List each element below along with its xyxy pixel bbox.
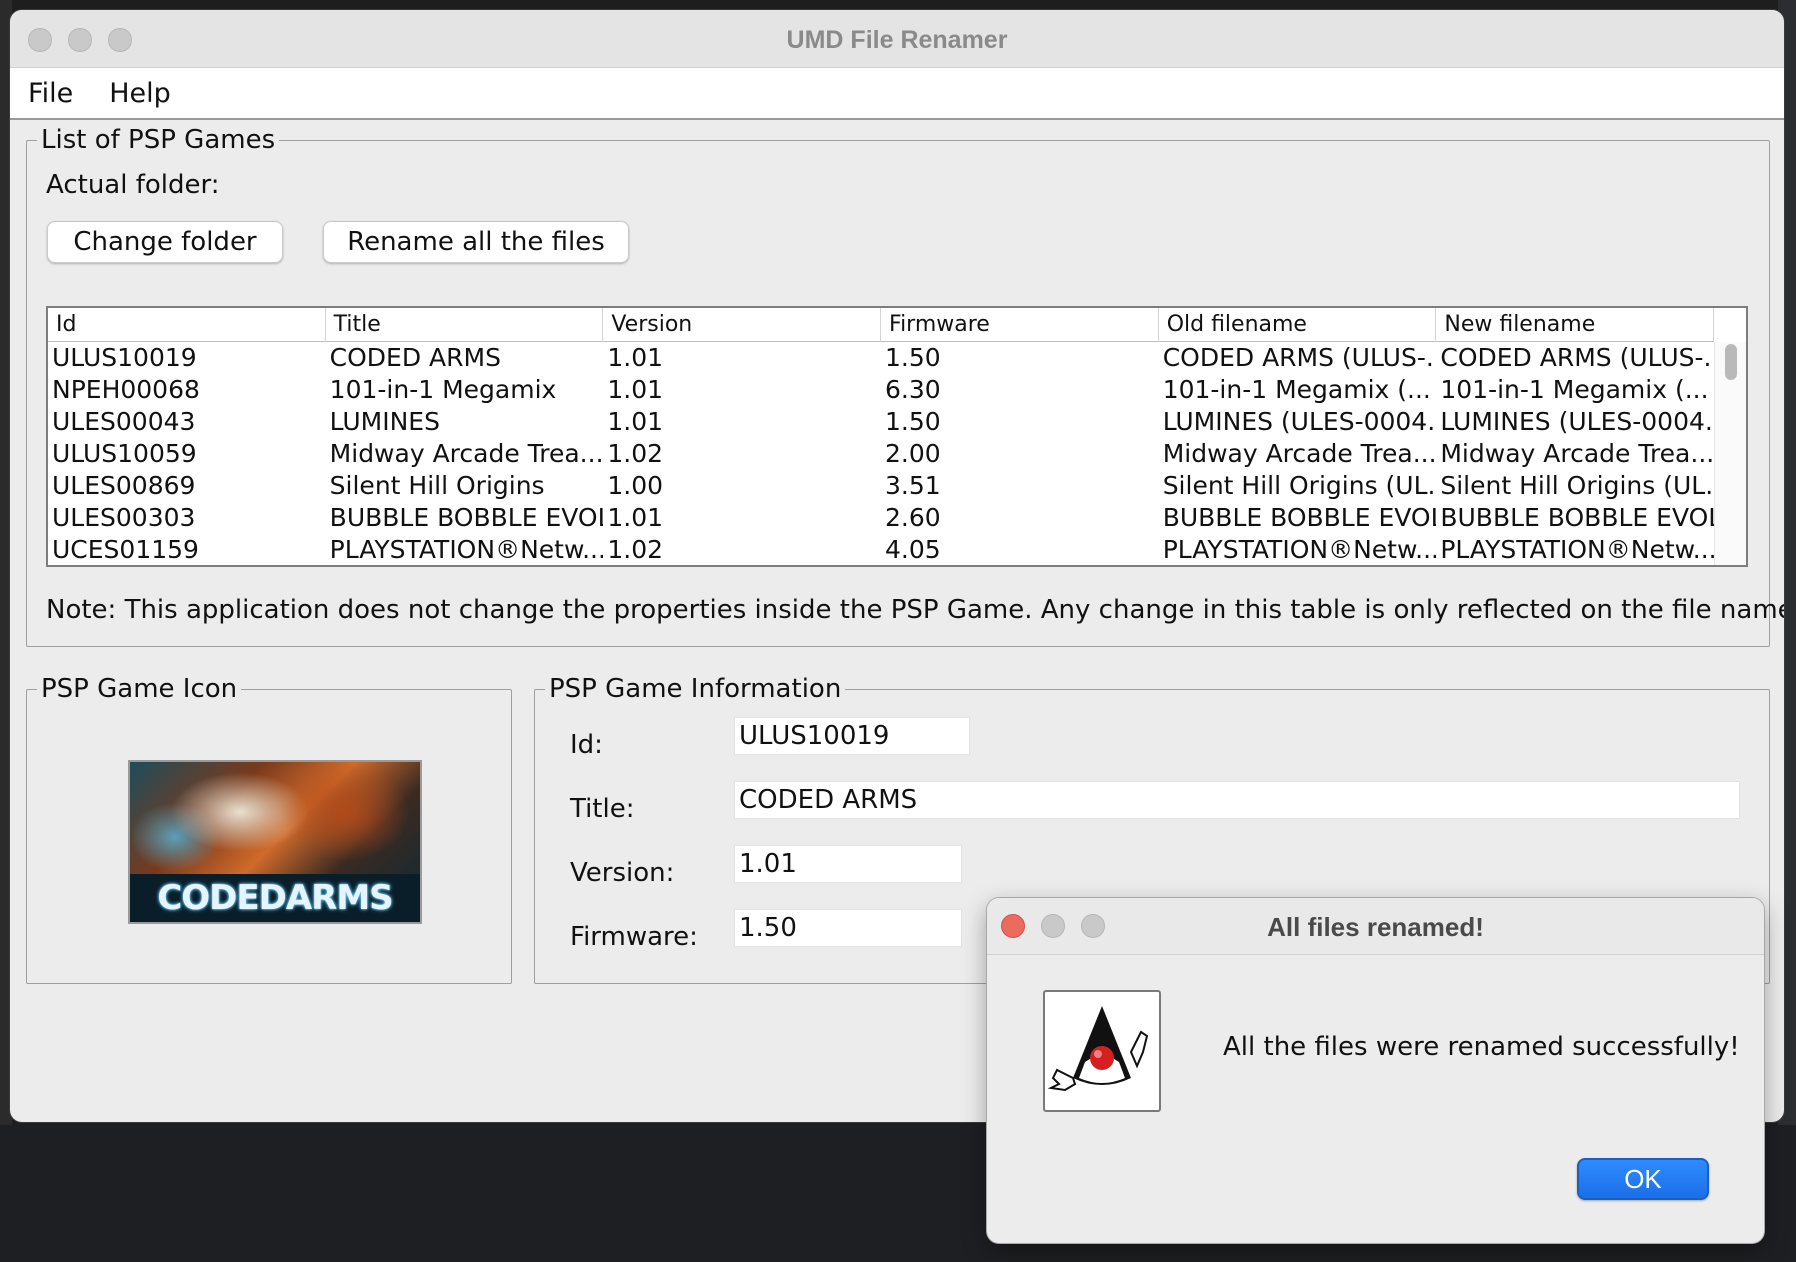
table-cell[interactable]: 1.01 [603,406,881,438]
table-cell[interactable]: ULUS10019 [48,342,326,374]
table-row[interactable]: ULUS10059 Midway Arcade Trea... 1.02 2.00 Mi… [48,438,1714,470]
table-cell[interactable]: CODED ARMS (ULUS-... [1436,342,1714,374]
table-cell[interactable]: Midway Arcade Trea... [1436,438,1714,470]
note-text: Note: This application does not change t… [46,595,1784,625]
version-field[interactable]: 1.01 [734,845,962,883]
table-cell[interactable]: Silent Hill Origins (UL... [1436,470,1714,502]
games-table[interactable]: Id Title Version Firmware Old filename N… [46,306,1748,567]
table-cell[interactable]: NPEH00068 [48,374,326,406]
rename-all-button[interactable]: Rename all the files [323,221,629,263]
table-cell[interactable]: LUMINES (ULES-0004... [1159,406,1437,438]
table-header: Id Title Version Firmware Old filename N… [48,308,1715,342]
column-header-old-filename[interactable]: Old filename [1159,308,1437,342]
table-cell[interactable]: CODED ARMS (ULUS-... [1159,342,1437,374]
table-cell[interactable]: BUBBLE BOBBLE EVOL... [326,502,604,534]
game-icon-image: CODEDARMS [128,760,422,924]
table-row[interactable]: UCES01159 PLAYSTATION®Netw... 1.02 4.05 PLAY… [48,534,1714,566]
table-row[interactable]: ULES00303BUBBLE BOBBLE EVOL...1.012.60BU… [48,502,1714,534]
table-cell[interactable]: 2.60 [881,502,1159,534]
table-cell[interactable]: ULUS10059 [48,438,326,470]
table-cell[interactable]: CODED ARMS [326,342,604,374]
table-cell[interactable]: 1.01 [603,502,881,534]
ok-button[interactable]: OK [1577,1158,1709,1200]
table-cell[interactable]: 3.51 [881,470,1159,502]
games-list-legend: List of PSP Games [41,125,276,155]
id-field[interactable]: ULUS10019 [734,717,970,755]
table-row[interactable]: ULES00043 LUMINES 1.01 1.50 LUMINES (ULES-00… [48,406,1714,438]
renamed-dialog: All files renamed! All the files were re… [987,898,1764,1243]
table-cell[interactable]: 101-in-1 Megamix (... [1436,374,1714,406]
table-cell[interactable]: 1.02 [603,534,881,566]
title-field[interactable]: CODED ARMS [734,781,1740,819]
table-cell[interactable]: Silent Hill Origins (UL... [1159,470,1437,502]
table-cell[interactable]: PLAYSTATION®Netw... [1159,534,1437,566]
table-cell[interactable]: 6.30 [881,374,1159,406]
table-cell[interactable]: ULES00043 [48,406,326,438]
window-title: UMD File Renamer [786,26,1008,54]
table-row[interactable]: NPEH00068 101-in-1 Megamix 1.01 6.30 101-in-… [48,374,1714,406]
table-cell[interactable]: UCES01159 [48,534,326,566]
table-cell[interactable]: ULES00869 [48,470,326,502]
table-body: ULUS10019 CODED ARMS 1.01 1.50 CODED ARMS (U… [48,342,1714,566]
column-header-title[interactable]: Title [326,308,604,342]
version-label: Version: [570,858,675,888]
table-row[interactable]: ULUS10019 CODED ARMS 1.01 1.50 CODED ARMS (U… [48,342,1714,374]
menu-file[interactable]: File [28,78,73,109]
table-cell[interactable]: PLAYSTATION®Netw... [326,534,604,566]
title-label: Title: [570,794,635,824]
java-duke-icon [1043,990,1161,1112]
table-cell[interactable]: Midway Arcade Trea... [326,438,604,470]
table-cell[interactable]: 1.50 [881,406,1159,438]
change-folder-button[interactable]: Change folder [47,221,283,263]
game-icon-logo-text: CODEDARMS [157,878,393,918]
column-header-id[interactable]: Id [48,308,326,342]
table-cell[interactable]: Midway Arcade Trea... [1159,438,1437,470]
table-cell[interactable]: 1.02 [603,438,881,470]
table-cell[interactable]: 1.01 [603,374,881,406]
menu-help[interactable]: Help [109,78,171,109]
firmware-field[interactable]: 1.50 [734,909,962,947]
table-cell[interactable]: BUBBLE BOBBLE EVOL... [1436,502,1714,534]
game-info-legend: PSP Game Information [549,674,842,704]
firmware-label: Firmware: [570,922,698,952]
table-cell[interactable]: 4.05 [881,534,1159,566]
table-cell[interactable]: BUBBLE BOBBLE EVOL... [1159,502,1437,534]
table-scrollbar[interactable] [1714,342,1746,565]
table-cell[interactable]: LUMINES [326,406,604,438]
table-cell[interactable]: 101-in-1 Megamix [326,374,604,406]
table-row[interactable]: ULES00869 Silent Hill Origins 1.00 3.51 Sile… [48,470,1714,502]
column-header-new-filename[interactable]: New filename [1436,308,1715,342]
table-cell[interactable]: 101-in-1 Megamix (... [1159,374,1437,406]
menu-bar: File Help [10,68,1784,120]
table-cell[interactable]: 1.01 [603,342,881,374]
column-header-version[interactable]: Version [603,308,882,342]
scrollbar-thumb[interactable] [1725,344,1737,380]
table-cell[interactable]: 1.50 [881,342,1159,374]
dialog-title-bar[interactable]: All files renamed! [987,898,1764,955]
id-label: Id: [570,730,603,760]
dialog-message: All the files were renamed successfully! [1223,1032,1740,1062]
table-cell[interactable]: LUMINES (ULES-0004... [1436,406,1714,438]
table-cell[interactable]: PLAYSTATION®Netw... [1436,534,1714,566]
table-cell[interactable]: 1.00 [603,470,881,502]
dialog-title: All files renamed! [1267,912,1484,942]
table-cell[interactable]: ULES00303 [48,502,326,534]
column-header-firmware[interactable]: Firmware [881,308,1159,342]
game-icon-legend: PSP Game Icon [41,674,238,704]
table-cell[interactable]: 2.00 [881,438,1159,470]
table-cell[interactable]: Silent Hill Origins [326,470,604,502]
actual-folder-label: Actual folder: [46,170,220,200]
title-bar[interactable]: UMD File Renamer [10,10,1784,68]
